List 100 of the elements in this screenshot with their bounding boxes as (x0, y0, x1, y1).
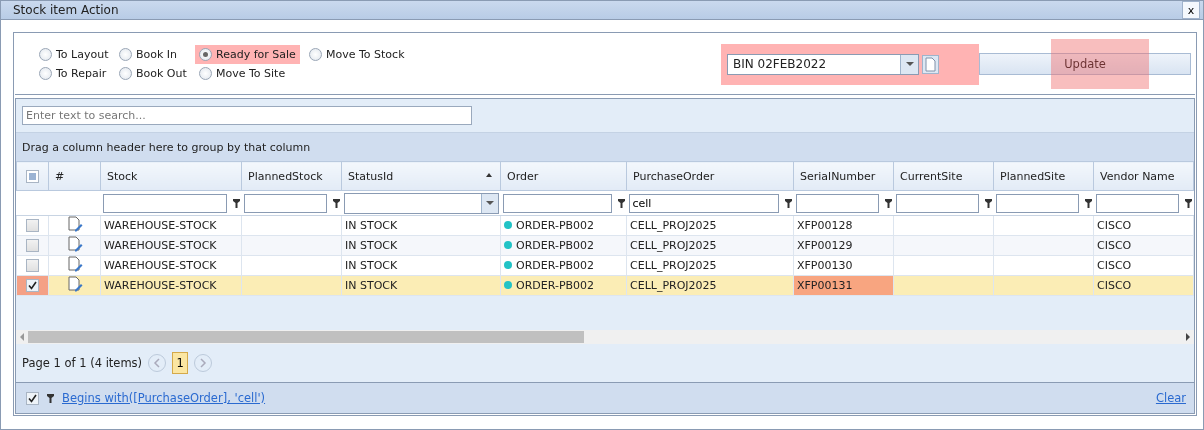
update-button[interactable]: Update (979, 53, 1191, 75)
filter-icon[interactable] (232, 198, 240, 208)
column-header[interactable]: Order (500, 161, 627, 191)
filter-field[interactable] (795, 193, 879, 213)
clear-link[interactable]: Clear (1155, 391, 1186, 405)
column-label: PurchaseOrder (633, 169, 715, 183)
table-cell: IN STOCK (345, 259, 398, 272)
edit-document-icon[interactable] (66, 216, 83, 232)
filter-icon (47, 393, 54, 403)
filter-field[interactable] (243, 193, 327, 213)
filter-icon[interactable] (1084, 198, 1092, 208)
table-cell: CISCO (1097, 239, 1132, 252)
table-cell: WAREHOUSE-STOCK (104, 259, 217, 272)
table-cell: XFP00131 (797, 279, 853, 292)
grid-row[interactable]: WAREHOUSE-STOCK IN STOCK ORDER-PB002 CELL_PROJ2025 XFP00129 CISCO (16, 235, 1194, 256)
radio-icon (39, 48, 52, 61)
radio-icon (199, 67, 212, 80)
filter-icon[interactable] (784, 198, 792, 208)
column-header[interactable]: # (48, 161, 101, 191)
grid-row[interactable]: WAREHOUSE-STOCK IN STOCK ORDER-PB002 CELL_PROJ2025 XFP00128 CISCO (16, 215, 1194, 236)
select-all-checkbox[interactable] (26, 169, 39, 183)
page-button[interactable]: 1 (172, 352, 189, 374)
column-header[interactable]: Stock (100, 161, 242, 191)
column-label: CurrentSite (900, 169, 963, 183)
table-cell: WAREHOUSE-STOCK (104, 219, 217, 232)
radio-icon (199, 48, 212, 61)
table-cell: CELL_PROJ2025 (630, 239, 717, 252)
table-cell: CISCO (1097, 219, 1132, 232)
filter-icon[interactable] (984, 198, 992, 208)
filter-icon[interactable] (1184, 198, 1192, 208)
filter-expression-link[interactable]: Begins with([PurchaseOrder], 'cell') (62, 391, 266, 405)
table-cell: CELL_PROJ2025 (630, 219, 717, 232)
column-header[interactable]: PurchaseOrder (626, 161, 794, 191)
table-cell: CISCO (1097, 259, 1132, 272)
column-label: SerialNumber (800, 169, 876, 183)
table-cell: IN STOCK (345, 279, 398, 292)
filter-field[interactable] (1095, 193, 1179, 213)
radio-icon (119, 48, 132, 61)
horizontal-scrollbar[interactable] (16, 330, 1194, 344)
filter-icon[interactable] (332, 198, 340, 208)
column-label: PlannedSite (1000, 169, 1066, 183)
column-label: StatusId (348, 169, 394, 183)
radio-option[interactable]: To Layout (35, 45, 113, 64)
column-label: Order (507, 169, 539, 183)
column-header[interactable]: PlannedSite (993, 161, 1094, 191)
bin-dropdown[interactable]: BIN 02FEB2022 (727, 53, 919, 75)
table-cell: IN STOCK (345, 219, 398, 232)
table-cell: XFP00128 (797, 219, 853, 232)
table-cell: CELL_PROJ2025 (630, 279, 717, 292)
filter-field[interactable] (102, 193, 227, 213)
status-dot-icon (504, 261, 512, 269)
table-cell: ORDER-PB002 (516, 259, 595, 272)
column-header[interactable]: PlannedStock (241, 161, 342, 191)
table-cell: CELL_PROJ2025 (630, 259, 717, 272)
edit-document-icon[interactable] (66, 236, 83, 252)
radio-option[interactable]: Move To Stock (305, 45, 409, 64)
radio-option[interactable]: Ready for Sale (195, 45, 300, 64)
edit-document-icon[interactable] (66, 276, 83, 292)
radio-option[interactable]: Book Out (115, 64, 191, 83)
filter-icon[interactable] (617, 198, 625, 208)
table-cell: WAREHOUSE-STOCK (104, 279, 217, 292)
filter-field[interactable]: cell (628, 193, 779, 213)
status-dot-icon (504, 241, 512, 249)
table-cell: WAREHOUSE-STOCK (104, 239, 217, 252)
radio-icon (39, 67, 52, 80)
table-cell: ORDER-PB002 (516, 239, 595, 252)
pager-summary: Page 1 of 1 (4 items) (22, 356, 143, 370)
column-header[interactable]: SerialNumber (793, 161, 894, 191)
column-label: Stock (107, 169, 138, 183)
table-cell: ORDER-PB002 (516, 279, 595, 292)
radio-option[interactable]: To Repair (35, 64, 111, 83)
row-checkbox[interactable] (26, 219, 39, 233)
edit-document-icon[interactable] (66, 256, 83, 272)
radio-option[interactable]: Book In (115, 45, 182, 64)
status-dot-icon (504, 281, 512, 289)
row-checkbox[interactable] (26, 239, 39, 253)
column-header[interactable]: CurrentSite (893, 161, 994, 191)
filter-enable-checkbox[interactable] (26, 391, 39, 405)
window-title: Stock item Action (13, 3, 120, 17)
grid-row[interactable]: WAREHOUSE-STOCK IN STOCK ORDER-PB002 CELL_PROJ2025 XFP00131 CISCO (16, 275, 1194, 296)
filter-field[interactable] (502, 193, 612, 213)
filter-icon[interactable] (884, 198, 892, 208)
grid-row[interactable]: WAREHOUSE-STOCK IN STOCK ORDER-PB002 CELL_PROJ2025 XFP00130 CISCO (16, 255, 1194, 276)
column-label: PlannedStock (248, 169, 323, 183)
table-cell: CISCO (1097, 279, 1132, 292)
column-header[interactable]: StatusId (341, 161, 501, 191)
table-cell: XFP00130 (797, 259, 853, 272)
close-button[interactable]: x (1182, 1, 1200, 19)
group-hint: Drag a column header here to group by that column (22, 140, 311, 154)
row-checkbox[interactable] (26, 279, 39, 293)
radio-option[interactable]: Move To Site (195, 64, 290, 83)
filter-field[interactable] (995, 193, 1079, 213)
column-header[interactable]: Vendor Name (1093, 161, 1194, 191)
table-cell: IN STOCK (345, 239, 398, 252)
row-checkbox[interactable] (26, 259, 39, 273)
search-field[interactable]: Enter text to search... (22, 106, 472, 125)
filter-field[interactable] (895, 193, 979, 213)
table-cell: ORDER-PB002 (516, 219, 595, 232)
status-dot-icon (504, 221, 512, 229)
radio-icon (119, 67, 132, 80)
